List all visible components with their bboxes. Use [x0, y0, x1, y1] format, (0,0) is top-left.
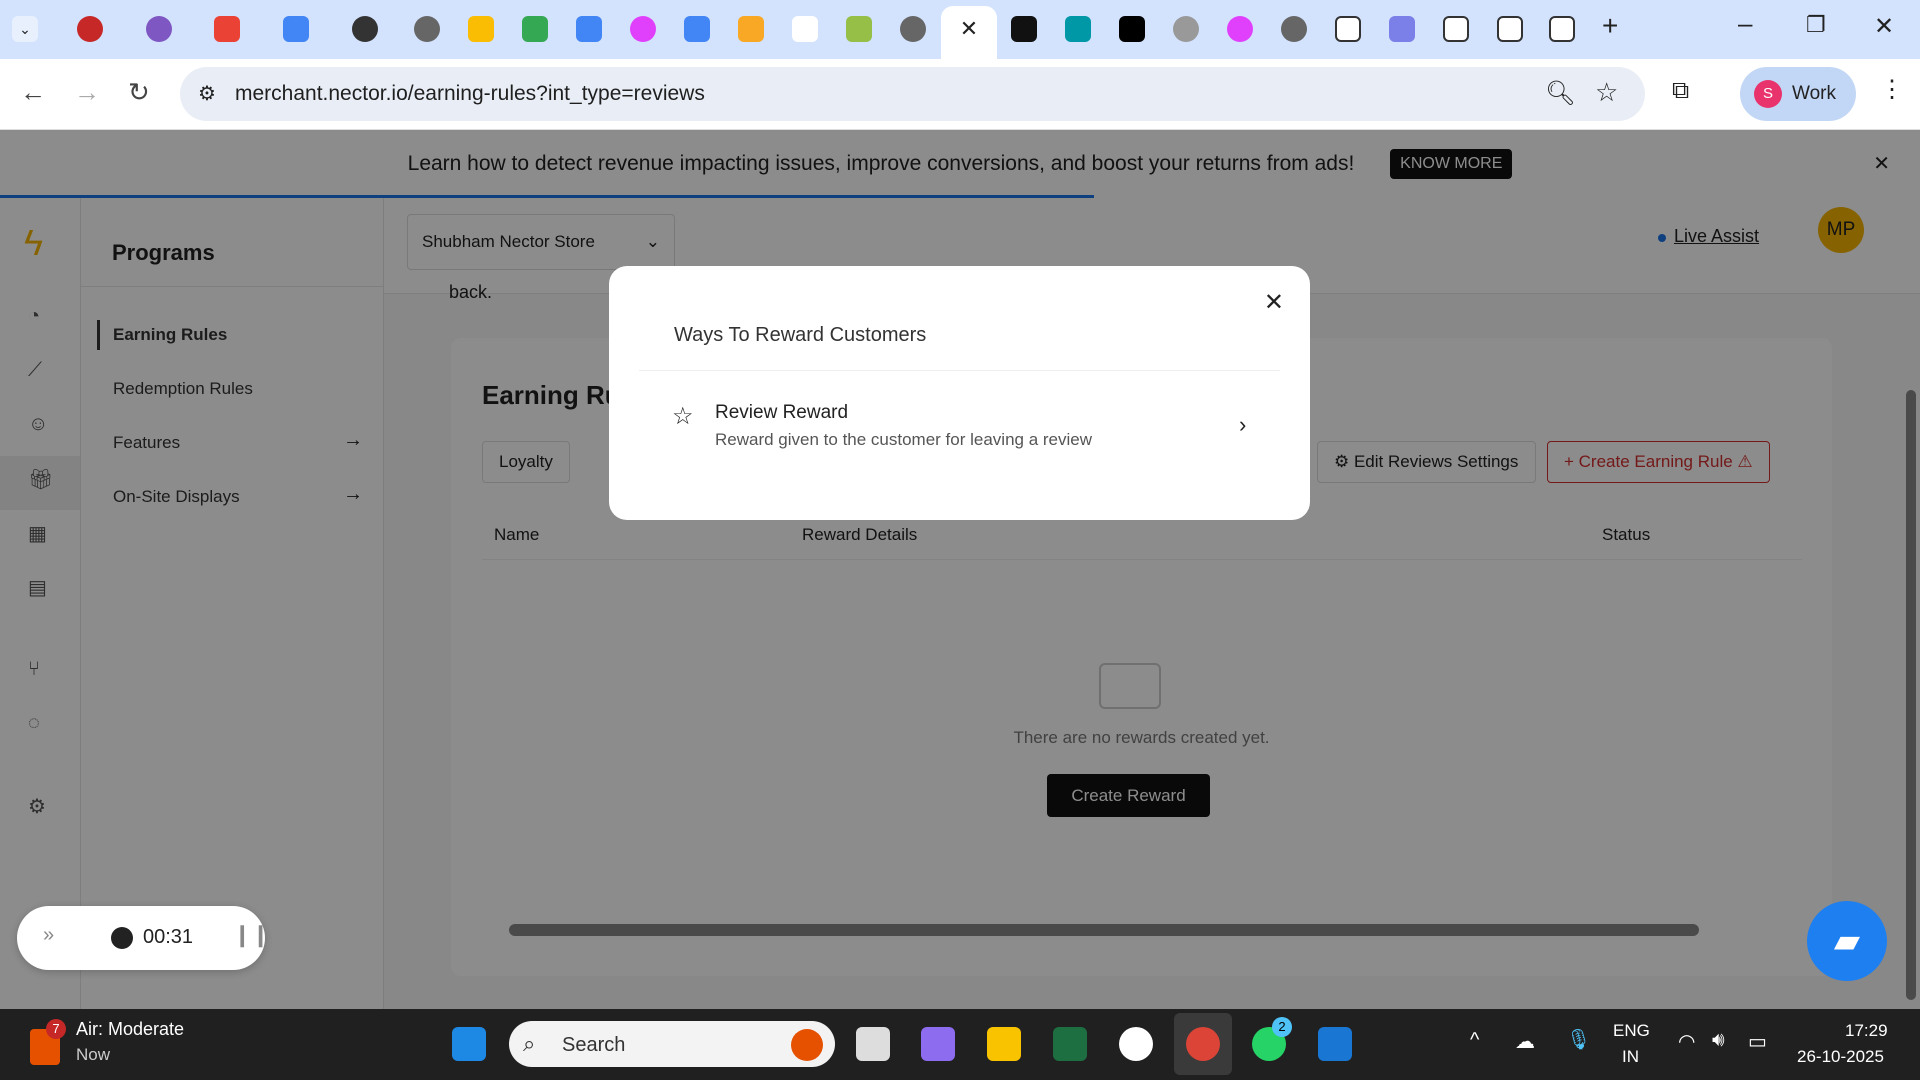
close-window-button[interactable]: ✕ [1874, 12, 1894, 41]
stop-icon[interactable] [111, 927, 133, 949]
forward-icon[interactable]: → [74, 77, 100, 108]
modal-title: Ways To Reward Customers [674, 324, 926, 347]
volume-icon[interactable]: 🔊︎ [1712, 1029, 1725, 1052]
battery-icon[interactable]: ▭ [1748, 1029, 1767, 1054]
menu-icon[interactable]: ⋮ [1880, 75, 1904, 104]
option-title: Review Reward [715, 402, 848, 424]
clock-time[interactable]: 17:29 [1845, 1021, 1888, 1041]
address-bar-row: ← → ↻ ⚙ merchant.nector.io/earning-rules… [0, 59, 1920, 130]
zoom-icon[interactable]: 🔍︎ [1545, 79, 1575, 108]
taskbar-search[interactable]: ⌕ Search [509, 1021, 835, 1067]
chevron-right-icon: › [1239, 412, 1246, 438]
close-icon[interactable]: ✕ [1264, 288, 1284, 317]
chat-widget-icon[interactable]: ▰ [1807, 901, 1887, 981]
microphone-icon[interactable]: 🎙︎ [1566, 1027, 1591, 1052]
browser-tab-strip: ⌄ ✕ + – ❐ ✕ [0, 0, 1920, 59]
profile-avatar: S [1754, 80, 1782, 108]
clock-date[interactable]: 26-10-2025 [1797, 1047, 1884, 1067]
windows-taskbar: 7 Air: Moderate Now ⌕ Search 2 ^ ☁ 🎙︎ EN… [0, 1009, 1920, 1080]
omnibox[interactable]: ⚙ merchant.nector.io/earning-rules?int_t… [180, 67, 1645, 121]
weather-sub: Now [76, 1045, 110, 1065]
modal-backdrop[interactable] [0, 130, 1920, 1009]
copilot-icon[interactable] [921, 1027, 955, 1061]
tab-favicon[interactable] [468, 16, 494, 42]
language-secondary[interactable]: IN [1622, 1047, 1639, 1067]
extensions-icon[interactable]: ⧉ [1672, 77, 1689, 105]
file-explorer-icon[interactable] [987, 1027, 1021, 1061]
profile-label: Work [1792, 83, 1836, 105]
tab-favicon[interactable] [1065, 16, 1091, 42]
chrome-icon[interactable] [1186, 1027, 1220, 1061]
tab-favicon[interactable] [214, 16, 240, 42]
review-reward-option[interactable]: ☆ Review Reward Reward given to the cust… [639, 390, 1280, 470]
search-icon: ⌕ [523, 1031, 535, 1057]
minimize-button[interactable]: – [1738, 8, 1752, 39]
tab-favicon[interactable] [283, 16, 309, 42]
wifi-icon[interactable]: ◠ [1678, 1029, 1695, 1054]
search-highlight-icon [791, 1029, 823, 1061]
back-icon[interactable]: ← [20, 77, 46, 108]
tab-favicon[interactable] [1497, 16, 1523, 42]
tab-favicon[interactable] [684, 16, 710, 42]
tab-favicon[interactable] [146, 16, 172, 42]
tab-search-button[interactable]: ⌄ [12, 16, 38, 42]
weather-title: Air: Moderate [76, 1019, 184, 1040]
tab-favicon[interactable] [1389, 16, 1415, 42]
chevron-up-icon[interactable]: ^ [1470, 1029, 1479, 1052]
tab-favicon[interactable] [1549, 16, 1575, 42]
divider [639, 370, 1280, 371]
tab-favicon[interactable] [1443, 16, 1469, 42]
tab-favicon[interactable] [846, 16, 872, 42]
onedrive-icon[interactable]: ☁ [1515, 1029, 1535, 1054]
tab-favicon[interactable] [738, 16, 764, 42]
tab-favicon[interactable] [414, 16, 440, 42]
option-description: Reward given to the customer for leaving… [715, 430, 1092, 450]
task-view-icon[interactable] [856, 1027, 890, 1061]
reload-icon[interactable]: ↻ [128, 77, 150, 108]
search-label: Search [562, 1034, 625, 1057]
start-icon[interactable] [452, 1027, 486, 1061]
tab-favicon[interactable] [352, 16, 378, 42]
site-info-icon[interactable]: ⚙ [198, 81, 216, 106]
tab-favicon[interactable] [1011, 16, 1037, 42]
pause-icon[interactable]: ❙❙ [233, 922, 270, 948]
tab-favicon[interactable] [1119, 16, 1145, 42]
url-text[interactable]: merchant.nector.io/earning-rules?int_typ… [235, 82, 705, 106]
tab-favicon[interactable] [630, 16, 656, 42]
photos-icon[interactable] [1318, 1027, 1352, 1061]
profile-button[interactable]: S Work [1740, 67, 1856, 121]
tab-favicon[interactable] [77, 16, 103, 42]
weather-badge: 7 [46, 1019, 66, 1039]
bookmark-star-icon[interactable]: ☆ [1595, 77, 1618, 108]
star-icon: ☆ [672, 402, 694, 431]
tab-favicon[interactable] [1173, 16, 1199, 42]
tab-favicon[interactable] [1335, 16, 1361, 42]
tab-favicon[interactable] [1281, 16, 1307, 42]
recording-time: 00:31 [143, 926, 193, 949]
tab-favicon[interactable] [576, 16, 602, 42]
excel-icon[interactable] [1053, 1027, 1087, 1061]
recording-widget: » 00:31 ❙❙ [17, 906, 265, 970]
tab-favicon[interactable] [900, 16, 926, 42]
slack-icon[interactable] [1119, 1027, 1153, 1061]
whatsapp-badge: 2 [1272, 1017, 1292, 1037]
ways-to-reward-modal: ✕ Ways To Reward Customers ☆ Review Rewa… [609, 266, 1310, 520]
active-tab-close-button[interactable]: ✕ [941, 6, 997, 59]
tab-favicon[interactable] [792, 16, 818, 42]
expand-icon[interactable]: » [43, 924, 54, 947]
language-primary[interactable]: ENG [1613, 1021, 1650, 1041]
restore-button[interactable]: ❐ [1806, 12, 1826, 38]
tab-favicon[interactable] [1227, 16, 1253, 42]
tab-favicon[interactable] [522, 16, 548, 42]
new-tab-button[interactable]: + [1602, 10, 1618, 42]
